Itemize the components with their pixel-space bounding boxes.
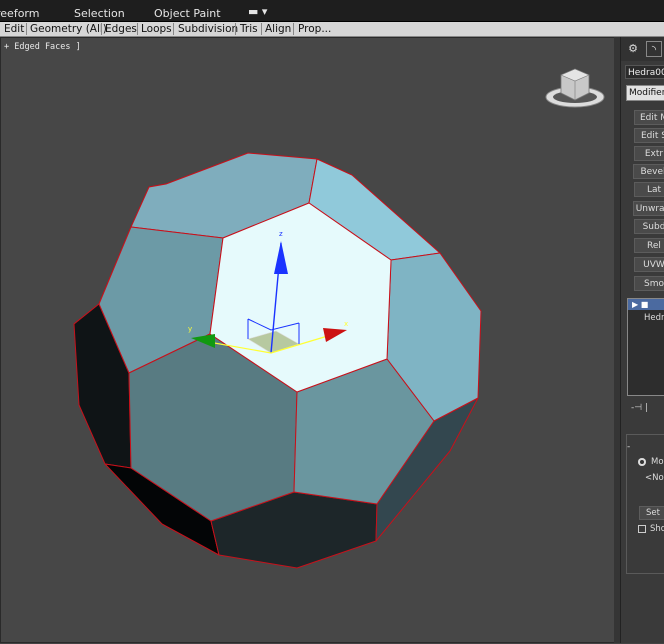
gizmo-z-label: z	[279, 230, 283, 238]
relax-button[interactable]: Rel	[634, 238, 664, 253]
subdivide-button[interactable]: Subd	[634, 219, 664, 234]
ribbon-panel-bar: Edit Geometry (All) Edges Loops Subdivis…	[0, 22, 664, 37]
smooth-button[interactable]: Smo	[634, 276, 664, 291]
divider	[293, 23, 294, 35]
stack-item-hedra[interactable]: Hedr	[644, 313, 664, 323]
gizmo-x-label: x	[344, 320, 348, 328]
command-panel: ⚙ ◝ Hedra00 Modifier L Edit M Edit S Ext…	[620, 37, 664, 643]
show-checkbox-label: Sho	[650, 524, 664, 534]
divider	[26, 23, 27, 35]
stack-item-selected[interactable]: ▶ ■	[628, 299, 664, 310]
unwrap-button[interactable]: Unwrap	[633, 201, 664, 216]
panel-edges[interactable]: Edges	[105, 23, 137, 35]
panel-align[interactable]: Align	[265, 23, 291, 35]
rollout-collapse-toggle[interactable]: -	[627, 442, 630, 452]
viewcube-icon[interactable]	[545, 68, 605, 108]
uvw-button[interactable]: UVW	[634, 257, 664, 272]
divider	[101, 23, 102, 35]
modifier-list-dropdown[interactable]: Modifier L	[626, 85, 664, 101]
mode-radio-label: Mo	[651, 457, 664, 467]
gear-icon[interactable]: ⚙	[625, 41, 641, 57]
command-panel-tabs: ⚙ ◝	[621, 37, 664, 61]
divider	[137, 23, 138, 35]
bevel-button[interactable]: Bevel	[633, 164, 664, 179]
ribbon-tab-freeform[interactable]: reeform	[0, 7, 39, 20]
modifier-stack[interactable]: ▶ ■ Hedr	[627, 298, 664, 396]
panel-loops[interactable]: Loops	[141, 23, 172, 35]
gizmo-y-label: y	[188, 325, 192, 333]
polyhedron-mesh[interactable]	[73, 152, 482, 569]
mode-radio[interactable]	[638, 458, 646, 466]
object-name-field[interactable]: Hedra00	[625, 65, 664, 79]
extrude-button[interactable]: Extr	[634, 146, 664, 161]
edit-mesh-button[interactable]: Edit M	[634, 110, 664, 125]
modify-tab-icon[interactable]: ◝	[646, 41, 662, 57]
ribbon-bar: reeform Selection Object Paint ▬ ▾	[0, 0, 664, 22]
panel-subdivision[interactable]: Subdivision	[178, 23, 238, 35]
ribbon-options-icon[interactable]: ▬ ▾	[248, 5, 267, 18]
set-button[interactable]: Set	[639, 506, 664, 520]
divider	[173, 23, 174, 35]
edit-spline-button[interactable]: Edit S	[634, 128, 664, 143]
divider	[235, 23, 236, 35]
stack-tools[interactable]: -⊣ |	[631, 403, 648, 413]
panel-geometry-all[interactable]: Geometry (All)	[30, 23, 107, 35]
divider	[261, 23, 262, 35]
lattice-button[interactable]: Lat	[634, 182, 664, 197]
panel-properties[interactable]: Prop...	[298, 23, 331, 35]
ribbon-tab-object-paint[interactable]: Object Paint	[154, 7, 221, 20]
parameters-rollout	[626, 434, 664, 574]
no-selection-label: <No	[645, 473, 664, 483]
panel-tris[interactable]: Tris	[240, 23, 258, 35]
show-checkbox[interactable]	[638, 525, 646, 533]
panel-edit[interactable]: Edit	[4, 23, 24, 35]
ribbon-tab-selection[interactable]: Selection	[74, 7, 125, 20]
perspective-viewport[interactable]: + Edged Faces ] z y x	[0, 37, 620, 643]
viewport-canvas: z y x	[73, 68, 605, 569]
